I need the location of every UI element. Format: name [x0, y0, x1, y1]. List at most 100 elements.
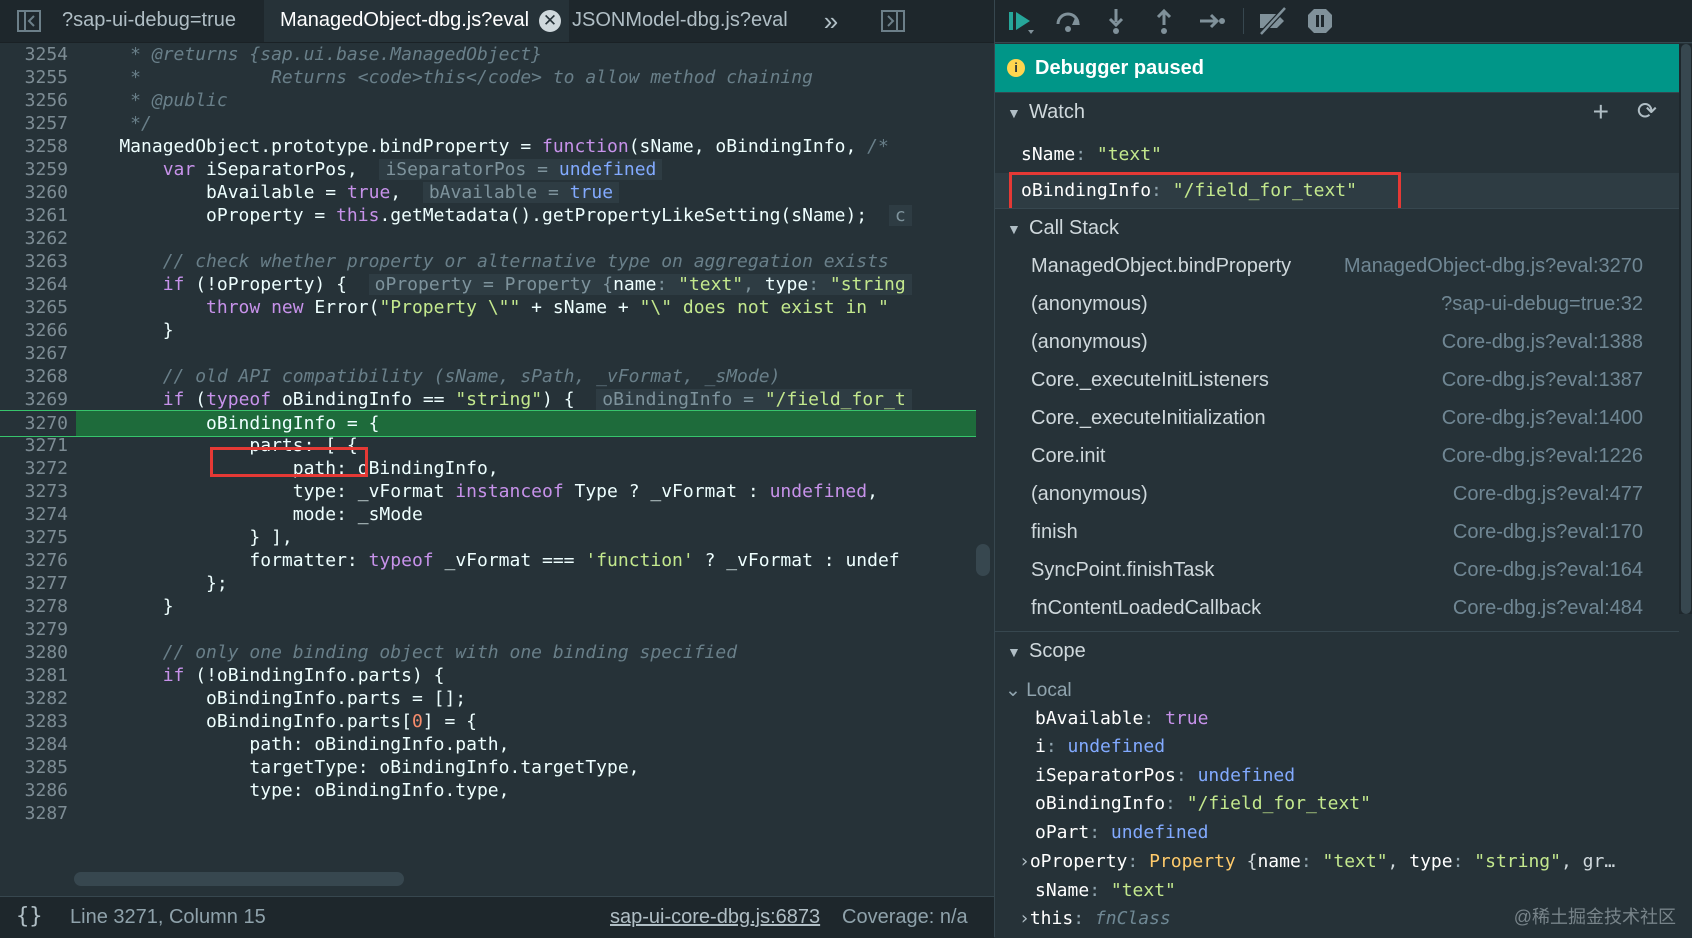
line-number[interactable]: 3282	[0, 686, 76, 711]
line-number[interactable]: 3267	[0, 341, 76, 366]
code-editor[interactable]: 3254 * @returns {sap.ui.base.ManagedObje…	[0, 42, 994, 896]
source-map-link[interactable]: sap-ui-core-dbg.js:6873	[610, 897, 820, 937]
line-number[interactable]: 3255	[0, 65, 76, 90]
line-number[interactable]: 3268	[0, 364, 76, 389]
toggle-debugger-sidebar-icon[interactable]	[880, 8, 906, 34]
frame-location: Core-dbg.js?eval:484	[1452, 597, 1643, 619]
line-number[interactable]: 3257	[0, 111, 76, 136]
step-icon[interactable]	[1197, 6, 1227, 36]
scope-variable[interactable]: i: undefined	[1035, 733, 1165, 761]
step-out-icon[interactable]	[1149, 6, 1179, 36]
expand-icon[interactable]: ›	[1019, 851, 1030, 872]
scope-local-toggle[interactable]: ⌄ Local	[1005, 677, 1072, 705]
scope-variable[interactable]: ›this: fnClass	[1019, 905, 1171, 933]
scrollbar-thumb[interactable]	[1681, 44, 1691, 614]
callstack-frame[interactable]: (anonymous) Core-dbg.js?eval:477	[995, 476, 1679, 513]
callstack-frame[interactable]: Core._executeInitListeners Core-dbg.js?ev…	[995, 362, 1679, 399]
line-number[interactable]: 3260	[0, 180, 76, 205]
line-number[interactable]: 3275	[0, 525, 76, 550]
line-number[interactable]: 3287	[0, 801, 76, 826]
code-text: ] = {	[422, 711, 477, 732]
info-icon: i	[1007, 59, 1025, 77]
line-number[interactable]: 3259	[0, 157, 76, 182]
scope-variable[interactable]: oPart: undefined	[1035, 819, 1208, 847]
watch-section-header[interactable]: ▼ Watch + ⟳	[995, 92, 1679, 131]
callstack-section-header[interactable]: ▼ Call Stack	[995, 208, 1679, 247]
tab-jsonmodel[interactable]: JSONModel-dbg.js?eval	[568, 0, 792, 42]
expand-icon[interactable]: ›	[1019, 908, 1030, 929]
toolbar-divider	[1243, 8, 1244, 34]
callstack-frame[interactable]: ManagedObject.bindProperty ManagedObject-…	[995, 248, 1679, 285]
keyword: typeof	[206, 389, 272, 410]
code-text: .getMetadata().getPropertyLikeSetting(sN…	[379, 205, 868, 226]
tab-managedobject[interactable]: ManagedObject-dbg.js?eval ✕	[264, 0, 570, 42]
line-number[interactable]: 3256	[0, 88, 76, 113]
close-tab-icon[interactable]: ✕	[539, 9, 562, 32]
comment: /*	[867, 136, 889, 157]
callstack-frame[interactable]: fnContentLoadedCallback Core-dbg.js?eval:…	[995, 590, 1679, 627]
code-line: 3263 // check whether property or altern…	[0, 249, 976, 274]
scope-variable[interactable]: oBindingInfo: "/field_for_text"	[1035, 790, 1371, 818]
frame-function: (anonymous)	[1031, 483, 1148, 505]
line-number[interactable]: 3269	[0, 387, 76, 412]
line-number[interactable]: 3266	[0, 318, 76, 343]
pretty-print-icon[interactable]: {}	[16, 897, 43, 937]
horizontal-scrollbar[interactable]	[74, 872, 404, 886]
vertical-scrollbar[interactable]	[976, 544, 990, 576]
callstack-frame[interactable]: Core.init Core-dbg.js?eval:1226	[995, 438, 1679, 475]
highlight-box	[210, 447, 368, 477]
scope-variable[interactable]: iSeparatorPos: undefined	[1035, 762, 1295, 790]
scope-section-header[interactable]: ▼ Scope	[995, 631, 1679, 670]
line-number[interactable]: 3286	[0, 778, 76, 803]
line-number[interactable]: 3278	[0, 594, 76, 619]
sidebar-scrollbar[interactable]	[1679, 44, 1692, 614]
variable-name: oPart	[1035, 822, 1090, 843]
code-text: (sName, oBindingInfo,	[628, 136, 868, 157]
line-number[interactable]: 3283	[0, 709, 76, 734]
callstack-frame[interactable]: SyncPoint.finishTask Core-dbg.js?eval:164	[995, 552, 1679, 589]
keyword: this	[336, 205, 380, 226]
toggle-navigator-icon[interactable]	[16, 8, 42, 34]
refresh-icon[interactable]: ⟳	[1637, 93, 1657, 131]
resume-icon[interactable]	[1005, 6, 1035, 36]
step-into-icon[interactable]	[1101, 6, 1131, 36]
line-number[interactable]: 3265	[0, 295, 76, 320]
line-number[interactable]: 3277	[0, 571, 76, 596]
scope-variable[interactable]: sName: "text"	[1035, 877, 1176, 905]
line-number[interactable]: 3274	[0, 502, 76, 527]
callstack-frame[interactable]: (anonymous) Core-dbg.js?eval:1388	[995, 324, 1679, 361]
line-number[interactable]: 3279	[0, 617, 76, 642]
line-number[interactable]: 3285	[0, 755, 76, 780]
variable-name: oBindingInfo	[1035, 793, 1166, 814]
line-number[interactable]: 3261	[0, 203, 76, 228]
inline-value: bAvailable = true	[422, 182, 620, 203]
line-number[interactable]: 3281	[0, 663, 76, 688]
line-number[interactable]: 3258	[0, 134, 76, 159]
line-number[interactable]: 3272	[0, 456, 76, 481]
scope-variable[interactable]: bAvailable: true	[1035, 705, 1208, 733]
step-over-icon[interactable]	[1053, 6, 1083, 36]
more-tabs-icon[interactable]: »	[818, 8, 844, 34]
line-number[interactable]: 3264	[0, 272, 76, 297]
line-number[interactable]: 3284	[0, 732, 76, 757]
code-text: }	[76, 596, 174, 617]
line-number[interactable]: 3254	[0, 42, 76, 67]
keyword: true	[346, 182, 391, 203]
inline-value-label: bAvailable =	[428, 182, 570, 203]
scope-variable[interactable]: ›oProperty: Property {name: "text", type…	[1019, 848, 1667, 876]
line-number[interactable]: 3276	[0, 548, 76, 573]
add-watch-icon[interactable]: +	[1593, 93, 1609, 131]
deactivate-breakpoints-icon[interactable]	[1257, 6, 1287, 36]
line-number[interactable]: 3262	[0, 226, 76, 251]
pause-on-exceptions-icon[interactable]	[1305, 6, 1335, 36]
callstack-frame[interactable]: (anonymous) ?sap-ui-debug=true:32	[995, 286, 1679, 323]
callstack-frame[interactable]: finish Core-dbg.js?eval:170	[995, 514, 1679, 551]
watch-expression[interactable]: sName: "text"	[995, 137, 1679, 173]
line-number[interactable]: 3273	[0, 479, 76, 504]
line-number[interactable]: 3271	[0, 433, 76, 458]
callstack-frame[interactable]: Core._executeInitialization Core-dbg.js?e…	[995, 400, 1679, 437]
line-number[interactable]: 3280	[0, 640, 76, 665]
line-number[interactable]: 3263	[0, 249, 76, 274]
tab-sap-ui-debug[interactable]: ?sap-ui-debug=true	[58, 0, 240, 42]
debugger-paused-banner: i Debugger paused	[995, 44, 1679, 92]
